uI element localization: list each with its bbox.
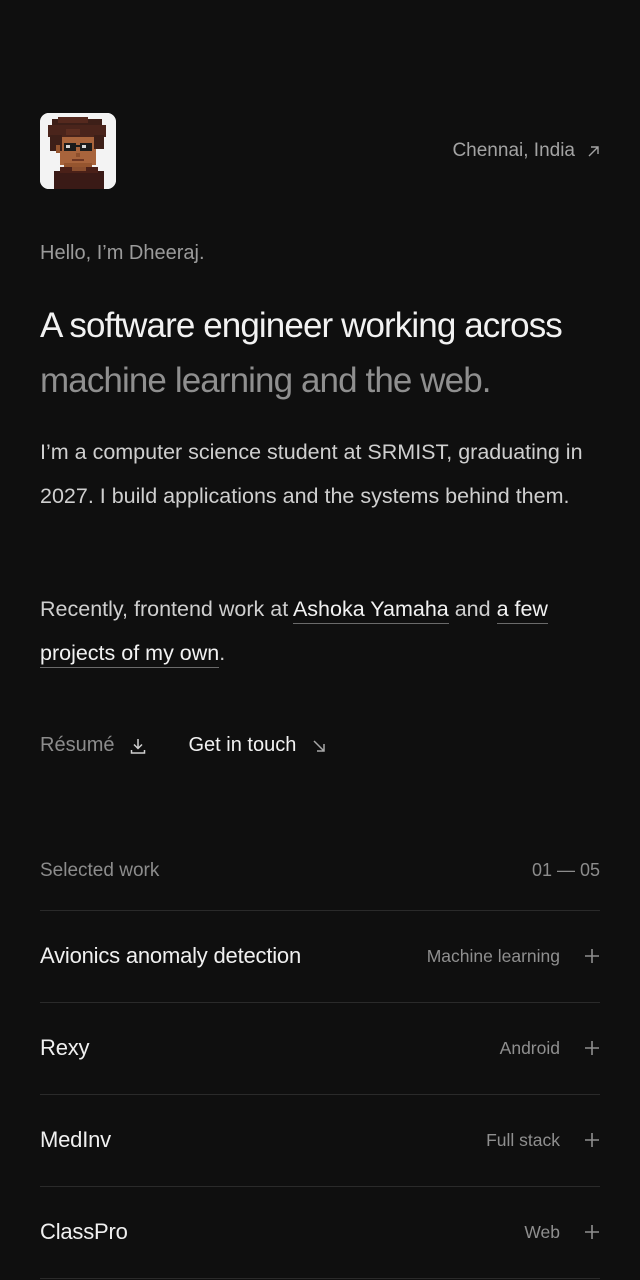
greeting: Hello, I’m Dheeraj. [40, 242, 205, 264]
contact-label: Get in touch [188, 734, 297, 756]
work-item-rexy[interactable]: Rexy Android [40, 1003, 600, 1095]
resume-button[interactable]: Résumé [40, 734, 146, 757]
work-item-title: Rexy [40, 1035, 90, 1060]
get-in-touch-button[interactable]: Get in touch [188, 734, 326, 757]
plus-icon[interactable] [584, 1040, 600, 1056]
bio: I’m a computer science student at SRMIST… [40, 440, 583, 508]
download-icon [130, 737, 146, 755]
avatar [40, 113, 116, 189]
work-list: Avionics anomaly detection Machine learn… [40, 910, 600, 1279]
actions: Résumé Get in touch [40, 734, 326, 757]
recent-middle: and [448, 597, 497, 621]
work-item-medinv[interactable]: MedInv Full stack [40, 1095, 600, 1187]
work-range: 01 — 05 [531, 860, 600, 880]
headline: A software engineer working across machi… [40, 298, 610, 408]
ashoka-yamaha-link[interactable]: Ashoka Yamaha [292, 597, 449, 624]
work-item-tag: Web [524, 1222, 560, 1242]
resume-label: Résumé [40, 734, 115, 756]
location-label: Chennai, India [452, 140, 575, 161]
arrow-up-right-icon [587, 145, 600, 158]
plus-icon[interactable] [584, 1132, 600, 1148]
location-link[interactable]: Chennai, India [452, 140, 600, 162]
work-section-header: Selected work 01 — 05 [40, 860, 600, 882]
work-item-title: MedInv [40, 1127, 111, 1152]
work-item-tag: Machine learning [426, 946, 560, 966]
recent-suffix: . [219, 640, 226, 665]
arrow-down-right-icon [312, 739, 326, 753]
work-item-avionics[interactable]: Avionics anomaly detection Machine learn… [40, 911, 600, 1003]
plus-icon[interactable] [584, 948, 600, 964]
work-item-classpro[interactable]: ClassPro Web [40, 1187, 600, 1279]
avatar-pixel-art [40, 113, 116, 189]
header: Chennai, India [40, 113, 600, 189]
headline-primary: A software engineer working across [40, 306, 563, 345]
work-item-tag: Full stack [486, 1130, 560, 1150]
recent-prefix: Recently, frontend work at [40, 597, 293, 621]
work-item-tag: Android [499, 1038, 560, 1058]
recent-work: Recently, frontend work at Ashoka Yamaha… [40, 588, 600, 675]
work-item-title: ClassPro [40, 1219, 128, 1244]
headline-secondary: machine learning and the web. [40, 361, 492, 400]
plus-icon[interactable] [584, 1224, 600, 1240]
work-item-title: Avionics anomaly detection [40, 943, 301, 968]
work-heading: Selected work [40, 860, 160, 881]
